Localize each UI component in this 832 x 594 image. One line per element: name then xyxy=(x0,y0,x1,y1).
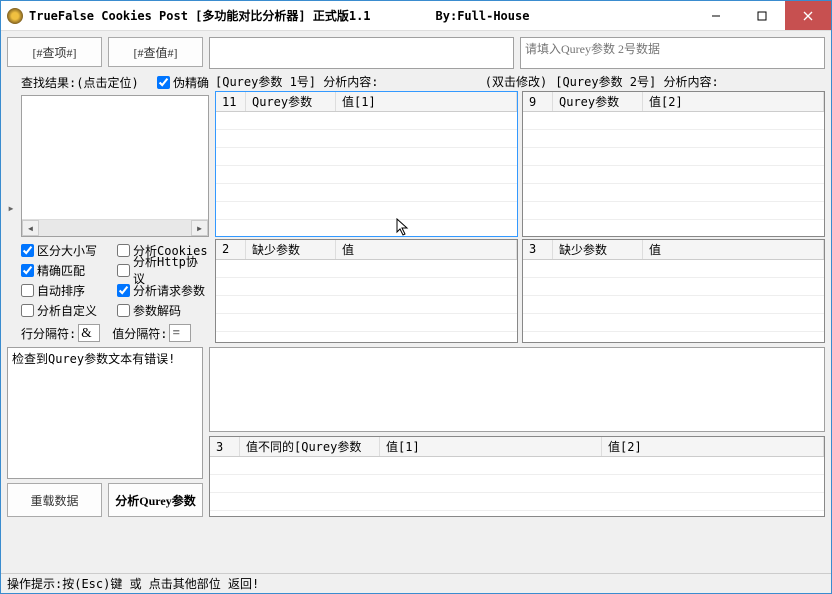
val-sep-input[interactable] xyxy=(169,324,191,342)
custom-checkbox[interactable] xyxy=(21,304,34,317)
q2-section-label: [Qurey参数 2号] 分析内容: xyxy=(547,73,825,90)
h-scrollbar[interactable]: ◂ ▸ xyxy=(22,219,208,236)
app-window: TrueFalse Cookies Post [多功能对比分析器] 正式版1.1… xyxy=(0,0,832,594)
val-sep-label: 值分隔符: xyxy=(112,325,167,342)
cookies-checkbox[interactable] xyxy=(117,244,130,257)
case-checkbox[interactable] xyxy=(21,244,34,257)
reqparam-checkbox[interactable] xyxy=(117,284,130,297)
reload-button[interactable]: 重载数据 xyxy=(7,483,102,517)
status-bar: 操作提示:按(Esc)键 或 点击其他部位 返回! xyxy=(1,573,831,593)
grid-missing2[interactable]: 3缺少参数值 xyxy=(522,239,825,343)
search-value-button[interactable]: [#查值#] xyxy=(108,37,203,67)
find-results-label: 查找结果:(点击定位) xyxy=(21,74,139,91)
autosort-checkbox[interactable] xyxy=(21,284,34,297)
window-title: TrueFalse Cookies Post [多功能对比分析器] 正式版1.1… xyxy=(29,7,693,24)
q1-section-label: [Qurey参数 1号] 分析内容: xyxy=(215,73,485,90)
grid-q1[interactable]: 11Qurey参数值[1] xyxy=(215,91,518,237)
exact-checkbox[interactable] xyxy=(21,264,34,277)
app-icon xyxy=(7,8,23,24)
search-item-button[interactable]: [#查项#] xyxy=(7,37,102,67)
status-text: 操作提示:按(Esc)键 或 点击其他部位 返回! xyxy=(7,575,259,592)
error-message-box[interactable]: 检查到Qurey参数文本有错误! xyxy=(7,347,203,479)
minimize-button[interactable] xyxy=(693,1,739,30)
client-area: [#查项#] [#查值#] ▸ 查找结果:(点击定位) 伪精确 ◂ xyxy=(1,31,831,573)
grid-q2[interactable]: 9Qurey参数值[2] xyxy=(522,91,825,237)
scroll-right-icon[interactable]: ▸ xyxy=(191,220,208,236)
analyze-button[interactable]: 分析Qurey参数 xyxy=(108,483,203,517)
decode-checkbox[interactable] xyxy=(117,304,130,317)
expand-left-caret[interactable]: ▸ xyxy=(7,73,15,343)
input-q1[interactable] xyxy=(209,37,514,69)
titlebar[interactable]: TrueFalse Cookies Post [多功能对比分析器] 正式版1.1… xyxy=(1,1,831,31)
dblclick-hint: (双击修改) xyxy=(485,73,547,90)
grid-missing1[interactable]: 2缺少参数值 xyxy=(215,239,518,343)
row-sep-label: 行分隔符: xyxy=(21,325,76,342)
close-button[interactable] xyxy=(785,1,831,30)
maximize-button[interactable] xyxy=(739,1,785,30)
pseudo-exact-checkbox[interactable] xyxy=(157,76,170,89)
input-q2[interactable] xyxy=(520,37,825,69)
http-checkbox[interactable] xyxy=(117,264,130,277)
bottom-textbox[interactable] xyxy=(209,347,825,432)
row-sep-input[interactable] xyxy=(78,324,100,342)
results-list[interactable]: ◂ ▸ xyxy=(21,95,209,237)
grid-diff[interactable]: 3 值不同的[Qurey参数 值[1] 值[2] xyxy=(209,436,825,517)
scroll-left-icon[interactable]: ◂ xyxy=(22,220,39,236)
